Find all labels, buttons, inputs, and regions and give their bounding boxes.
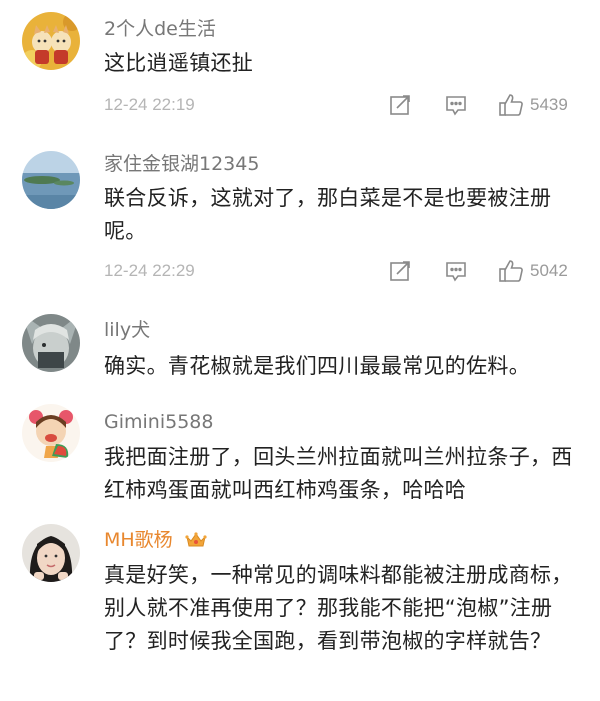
username[interactable]: MH歌杨 <box>104 528 207 555</box>
comment-text: 确实。青花椒就是我们四川最最常见的佐料。 <box>104 354 530 378</box>
share-icon[interactable] <box>388 259 412 287</box>
timestamp: 12-24 22:29 <box>104 261 195 280</box>
user-avatar[interactable] <box>22 524 80 582</box>
user-avatar[interactable] <box>22 151 80 209</box>
username-text[interactable]: MH歌杨 <box>104 529 173 551</box>
like-icon[interactable] <box>498 259 524 287</box>
comment-icon[interactable] <box>444 93 468 121</box>
crown-icon <box>185 531 207 555</box>
comment-text: 联合反诉，这就对了，那白菜是不是也要被注册呢。 <box>104 186 552 243</box>
user-avatar[interactable] <box>22 314 80 372</box>
username[interactable]: 家住金银湖12345 <box>104 152 259 176</box>
like-count: 5439 <box>530 95 568 114</box>
comment-meta: 12-24 22:19 5439 <box>104 93 600 117</box>
comment-text: 真是好笑，一种常见的调味料都能被注册成商标，别人就不准再使用了？那我能不能把“泡… <box>104 563 573 653</box>
comment-icon[interactable] <box>444 259 468 287</box>
user-avatar[interactable] <box>22 404 80 462</box>
comment-text: 我把面注册了，回头兰州拉面就叫兰州拉条子，西红柿鸡蛋面就叫西红柿鸡蛋条，哈哈哈 <box>104 445 573 502</box>
comment-text: 这比逍遥镇还扯 <box>104 51 254 75</box>
like-count: 5042 <box>530 261 568 280</box>
user-avatar[interactable] <box>22 12 80 70</box>
username[interactable]: Gimini5588 <box>104 410 213 434</box>
comment-meta: 12-24 22:29 5042 <box>104 259 600 283</box>
username[interactable]: lily犬 <box>104 318 150 342</box>
username[interactable]: 2个人de生活 <box>104 17 216 41</box>
timestamp: 12-24 22:19 <box>104 95 195 114</box>
share-icon[interactable] <box>388 93 412 121</box>
like-icon[interactable] <box>498 93 524 121</box>
